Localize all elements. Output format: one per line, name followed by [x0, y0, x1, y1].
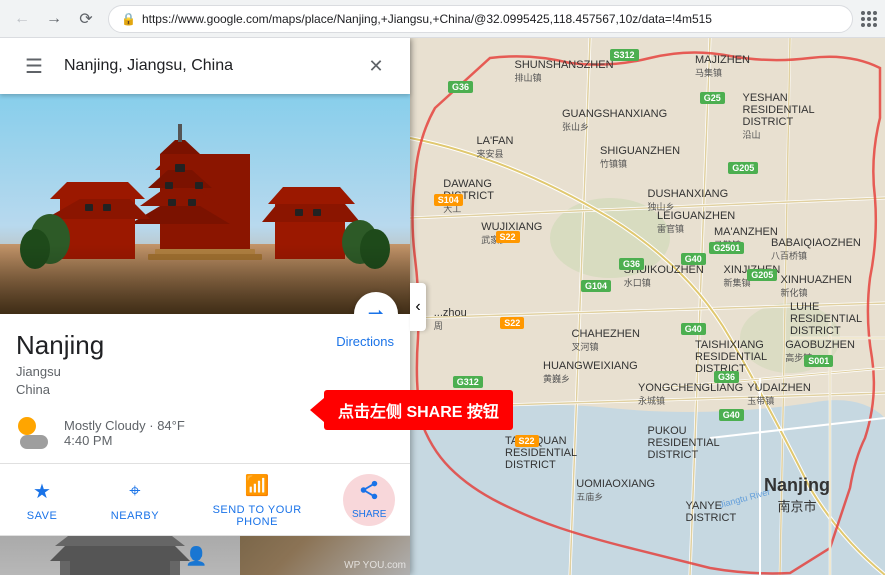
- map-label-yeshan: YESHANRESIDENTIALDISTRICT沿山: [743, 92, 815, 141]
- map-label-chahezhen: CHAHEZHEN叉河镇: [572, 328, 640, 353]
- place-info: Nanjing Jiangsu China Directions: [0, 314, 410, 407]
- search-input[interactable]: Nanjing, Jiangsu, China: [64, 57, 358, 75]
- road-tag-g40-3: G40: [719, 409, 744, 421]
- road-tag-g36-1: G36: [448, 81, 473, 93]
- save-label: SAVE: [27, 510, 58, 522]
- apps-grid-icon[interactable]: [861, 11, 877, 27]
- url-text: https://www.google.com/maps/place/Nanjin…: [142, 12, 840, 26]
- sun-icon: [18, 417, 36, 435]
- map-label-lafan: LA'FAN来安县: [477, 135, 514, 160]
- phone-send-icon: 📶: [243, 472, 271, 500]
- back-button[interactable]: ←: [8, 5, 36, 33]
- road-tag-s22-1: S22: [496, 231, 520, 243]
- map-label-yongchengliang: YONGCHENGLIANG永城镇: [638, 382, 743, 407]
- street-view-icon: 👤: [185, 546, 207, 567]
- sidebar: ☰ Nanjing, Jiangsu, China ✕: [0, 38, 410, 575]
- cloud-icon: [20, 435, 48, 449]
- reload-button[interactable]: ⟳: [72, 5, 100, 33]
- road-tag-g205-1: G205: [728, 162, 758, 174]
- map-label-zhou: ...zhou周: [434, 307, 467, 332]
- main-layout: ☰ Nanjing, Jiangsu, China ✕: [0, 38, 885, 575]
- map-label-huangweixiang: HUANGWEIXIANG黄巍乡: [543, 360, 638, 385]
- address-bar[interactable]: 🔒 https://www.google.com/maps/place/Nanj…: [108, 5, 853, 33]
- road-tag-s104: S104: [434, 194, 463, 206]
- hamburger-button[interactable]: ☰: [16, 48, 52, 84]
- map-label-xinhuazhen: XINHUAZHEN新化镇: [781, 274, 853, 299]
- chevron-left-icon: ‹: [415, 298, 420, 316]
- map-label-pukou: PUKOURESIDENTIALDISTRICT: [648, 425, 720, 461]
- directions-link[interactable]: Directions: [336, 334, 394, 349]
- place-region: Jiangsu China: [16, 363, 394, 399]
- nearby-label: NEARBY: [111, 510, 159, 522]
- lock-icon: 🔒: [121, 12, 136, 26]
- search-clear-button[interactable]: ✕: [358, 48, 394, 84]
- road-tag-s001: S001: [804, 355, 833, 367]
- map-label-yanye: YANYEDISTRICT: [686, 500, 737, 524]
- search-bar: ☰ Nanjing, Jiangsu, China ✕: [0, 38, 410, 94]
- road-tag-g40-1: G40: [681, 253, 706, 265]
- hamburger-icon: ☰: [25, 54, 43, 79]
- road-tag-g312: G312: [453, 376, 483, 388]
- photo-thumb-2[interactable]: 👤 WP YOU.com: [170, 536, 410, 575]
- road-tag-s22-3: S22: [515, 435, 539, 447]
- road-tag-g205-2: G205: [747, 269, 777, 281]
- map-label-majizhen: MAJIZHEN马集镇: [695, 54, 750, 79]
- map-label-uomiaoxiang: UOMIAOXIANG五庙乡: [576, 478, 655, 503]
- road-tag-g25: G25: [700, 92, 725, 104]
- save-button[interactable]: ★ SAVE: [15, 472, 70, 528]
- nearby-button[interactable]: ⌖ NEARBY: [99, 472, 171, 528]
- sidebar-expand-button[interactable]: ‹: [410, 283, 426, 331]
- road-tag-g2501: G2501: [709, 242, 744, 254]
- map-label-babaiqiaozhen: BABAIQIAOZHEN八百桥镇: [771, 237, 861, 262]
- directions-icon: ➡: [368, 302, 385, 315]
- send-phone-label: SEND TO YOUR PHONE: [213, 504, 302, 528]
- map-label-yudaizhen: YUDAIZHEN玉带镇: [747, 382, 811, 407]
- place-illustration: [0, 94, 410, 314]
- place-photo: ➡: [0, 94, 410, 314]
- share-button[interactable]: SHARE: [343, 474, 395, 526]
- star-icon: ★: [28, 478, 56, 506]
- road-tag-g40-2: G40: [681, 323, 706, 335]
- weather-text: Mostly Cloudy · 84°F 4:40 PM: [64, 418, 185, 448]
- map-area[interactable]: Jiangtu River SHUNSHANSZHEN排山镇 GUANGSHAN…: [410, 38, 885, 575]
- share-icon: [358, 479, 380, 507]
- photo-background: [0, 94, 410, 314]
- share-label: SHARE: [352, 509, 386, 520]
- road-tag-s312: S312: [610, 49, 639, 61]
- map-label-guangshanxiang: GUANGSHANXIANG张山乡: [562, 108, 667, 133]
- send-to-phone-button[interactable]: 📶 SEND TO YOUR PHONE: [201, 466, 314, 534]
- action-buttons: ★ SAVE ⌖ NEARBY 📶 SEND TO YOUR PHONE: [0, 464, 410, 536]
- road-tag-g36-3: G36: [714, 371, 739, 383]
- road-tag-g104: G104: [581, 280, 611, 292]
- road-tag-g36-2: G36: [619, 258, 644, 270]
- map-label-shiguanzhen: SHIGUANZHEN竹镇镇: [600, 145, 680, 170]
- browser-chrome: ← → ⟳ 🔒 https://www.google.com/maps/plac…: [0, 0, 885, 38]
- map-label-shunshanszhen: SHUNSHANSZHEN排山镇: [515, 59, 614, 84]
- road-tag-s22-2: S22: [500, 317, 524, 329]
- close-icon: ✕: [368, 56, 383, 77]
- weather-icon: [16, 415, 52, 451]
- weather-bar: Mostly Cloudy · 84°F 4:40 PM: [0, 407, 410, 464]
- nav-buttons: ← → ⟳: [8, 5, 100, 33]
- map-label-taishixiang: TAISHIXIANGRESIDENTIALDISTRICT: [695, 339, 767, 375]
- photos-row: Photos: [0, 536, 410, 575]
- watermark: WP YOU.com: [344, 560, 406, 571]
- nanjing-city-label: Nanjing 南京市: [764, 475, 830, 515]
- map-label-luhe: LUHERESIDENTIALDISTRICT: [790, 301, 862, 337]
- forward-button[interactable]: →: [40, 5, 68, 33]
- nearby-icon: ⌖: [121, 478, 149, 506]
